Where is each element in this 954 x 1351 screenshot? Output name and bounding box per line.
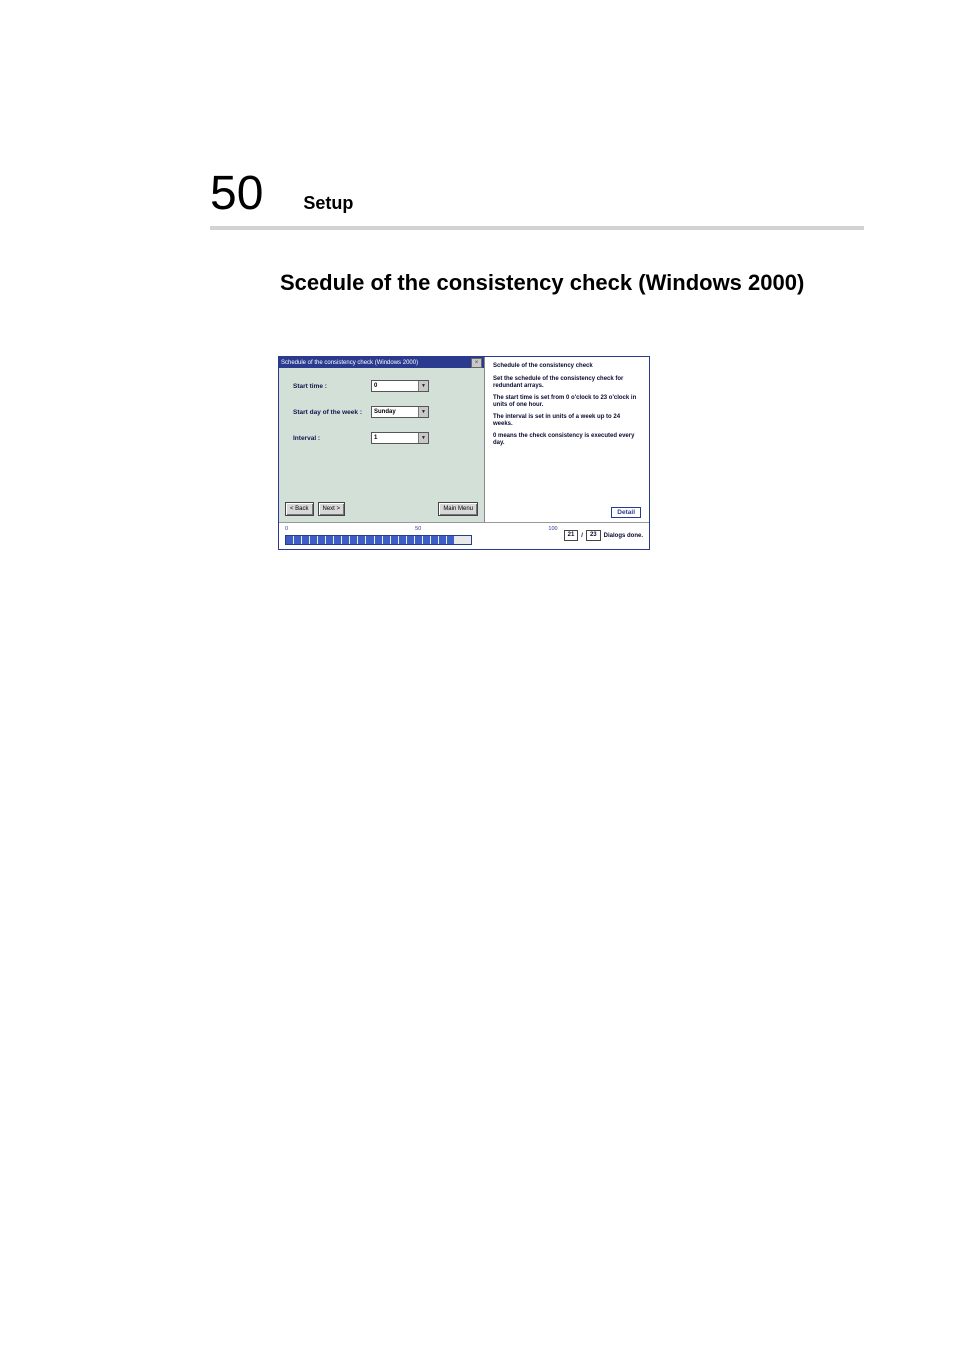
section-title: Scedule of the consistency check (Window… <box>280 270 864 296</box>
progress-bar <box>285 535 472 545</box>
start-day-dropdown[interactable]: Sunday ▼ <box>371 406 429 418</box>
start-time-value: 0 <box>374 383 377 389</box>
main-menu-button[interactable]: Main Menu <box>438 502 478 516</box>
dialog-window: Schedule of the consistency check (Windo… <box>278 356 650 550</box>
interval-dropdown[interactable]: 1 ▼ <box>371 432 429 444</box>
progress-area: 0 50 100 21 / 23 Di <box>279 522 649 549</box>
chevron-down-icon: ▼ <box>418 433 428 443</box>
detail-button[interactable]: Detail <box>611 507 641 518</box>
progress-sep: / <box>581 533 583 539</box>
chevron-down-icon: ▼ <box>418 407 428 417</box>
info-p3: The interval is set in units of a week u… <box>493 414 641 429</box>
page-header: 50 Setup <box>210 170 864 230</box>
progress-label-0: 0 <box>285 526 288 534</box>
back-button[interactable]: < Back <box>285 502 314 516</box>
nav-buttons: < Back Next > Main Menu <box>279 498 484 522</box>
start-time-label: Start time : <box>293 383 371 390</box>
section-label: Setup <box>303 193 353 214</box>
chevron-down-icon: ▼ <box>418 381 428 391</box>
page-number: 50 <box>210 170 263 218</box>
dialog-info-panel: Schedule of the consistency check Set th… <box>485 357 649 522</box>
start-day-value: Sunday <box>374 409 396 415</box>
start-day-row: Start day of the week : Sunday ▼ <box>293 406 474 418</box>
next-button[interactable]: Next > <box>318 502 346 516</box>
progress-current: 21 <box>564 530 579 541</box>
dialog-left-panel: Schedule of the consistency check (Windo… <box>279 357 485 522</box>
interval-row: Interval : 1 ▼ <box>293 432 474 444</box>
progress-label-50: 50 <box>415 526 421 534</box>
close-icon[interactable]: × <box>471 358 482 368</box>
dialog-titlebar: Schedule of the consistency check (Windo… <box>279 357 484 368</box>
progress-status: 21 / 23 Dialogs done. <box>564 530 643 541</box>
info-p2: The start time is set from 0 o'clock to … <box>493 395 641 410</box>
progress-label-100: 100 <box>548 526 557 534</box>
interval-label: Interval : <box>293 435 371 442</box>
start-time-row: Start time : 0 ▼ <box>293 380 474 392</box>
info-heading: Schedule of the consistency check <box>493 363 641 371</box>
interval-value: 1 <box>374 435 377 441</box>
info-p4: 0 means the check consistency is execute… <box>493 433 641 448</box>
start-day-label: Start day of the week : <box>293 409 371 416</box>
start-time-dropdown[interactable]: 0 ▼ <box>371 380 429 392</box>
info-p1: Set the schedule of the consistency chec… <box>493 376 641 391</box>
progress-status-text: Dialogs done. <box>604 533 643 539</box>
progress-total: 23 <box>586 530 601 541</box>
titlebar-text: Schedule of the consistency check (Windo… <box>281 360 418 366</box>
